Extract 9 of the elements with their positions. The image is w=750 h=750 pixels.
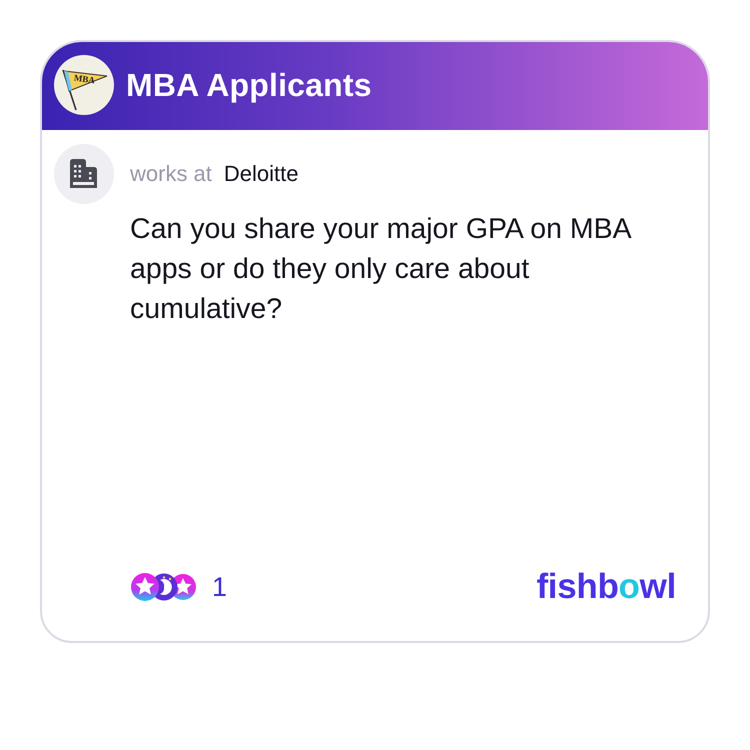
fishbowl-logo: fishbowl [536,567,676,607]
building-icon [54,144,114,204]
star-badge-icon [131,573,159,601]
group-title: MBA Applicants [126,66,372,104]
reaction-count: 1 [212,572,228,602]
pennant-avatar-icon: MBA [54,55,114,115]
question-text: Can you share your major GPA on MBA apps or do they only care about cumulative? [130,212,632,327]
works-at-label: works at [130,161,212,187]
employer-name: Deloitte [224,161,299,187]
